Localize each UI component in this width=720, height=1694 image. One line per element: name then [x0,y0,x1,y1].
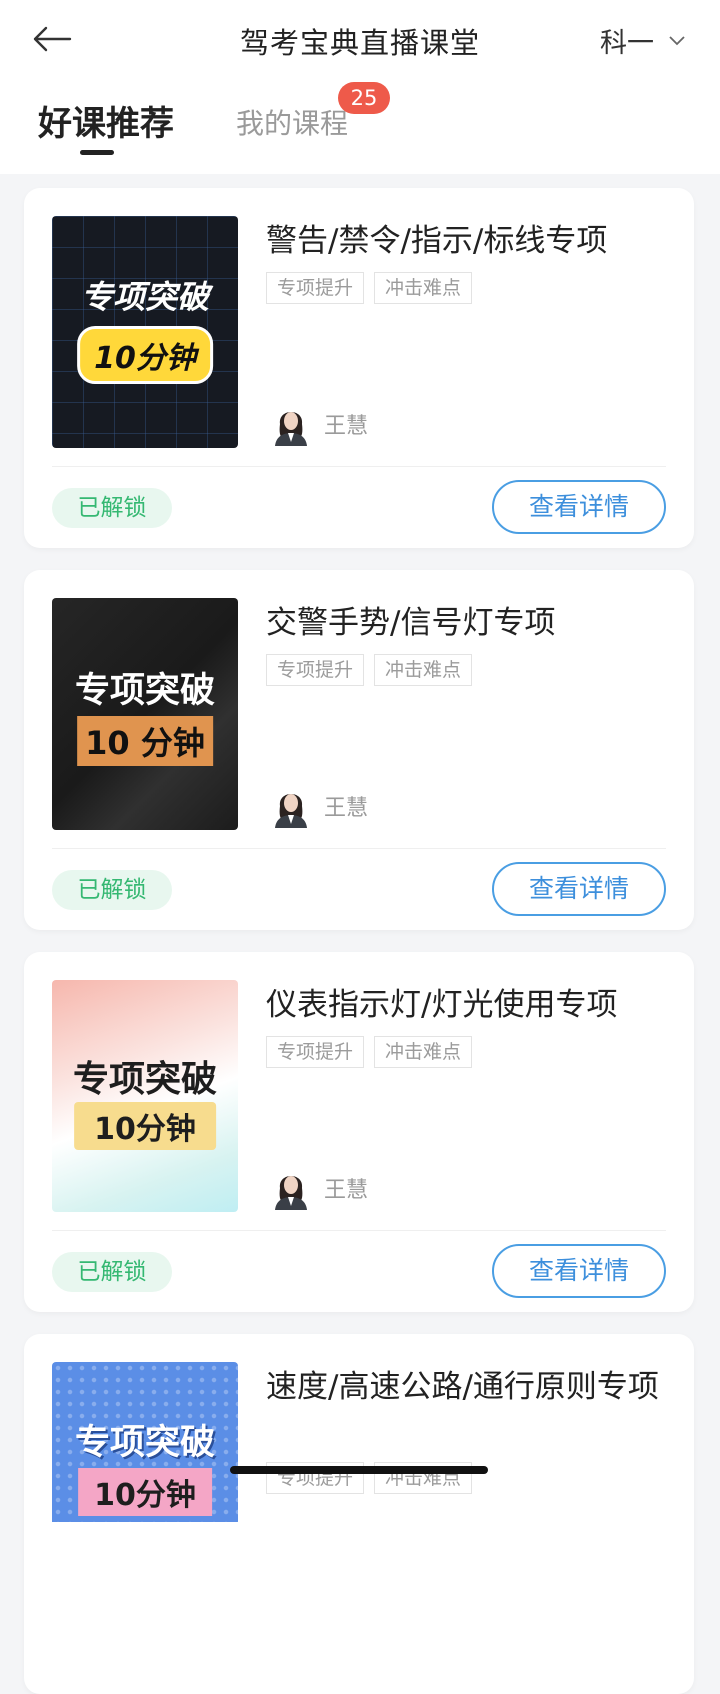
teacher-info: 王慧 [272,784,368,828]
course-tags: 专项提升 冲击难点 [266,1036,473,1068]
teacher-avatar [275,1176,307,1210]
thumbnail-duration: 10分钟 [74,1102,216,1150]
home-indicator[interactable] [230,1466,488,1474]
card-divider [52,848,666,849]
chevron-down-icon [669,36,685,46]
course-tag: 专项提升 [266,1036,365,1068]
thumbnail-headline: 专项突破 [74,671,215,711]
course-card[interactable]: 专项突破 10分钟 警告/禁令/指示/标线专项 专项提升 冲击难点 王慧 已解锁… [24,188,694,548]
course-title: 仪表指示灯/灯光使用专项 [266,987,618,1023]
tab-my-courses[interactable]: 我的课程 [236,102,348,142]
teacher-avatar [275,794,307,828]
active-tab-indicator [80,150,114,155]
thumbnail-duration: 10 分钟 [77,716,213,766]
thumbnail-headline: 专项突破 [74,1423,215,1463]
course-tag: 专项提升 [266,272,365,304]
card-divider [52,466,666,467]
unlocked-status-badge: 已解锁 [52,870,172,910]
view-details-button[interactable]: 查看详情 [492,480,666,534]
unlocked-status-badge: 已解锁 [52,1252,172,1292]
view-details-button[interactable]: 查看详情 [492,862,666,916]
thumbnail-duration: 10分钟 [78,1468,212,1516]
course-thumbnail[interactable]: 专项突破 10分钟 [52,980,238,1212]
teacher-info: 王慧 [272,1166,368,1210]
teacher-info: 王慧 [272,402,368,446]
course-card[interactable]: 专项突破 10分钟 仪表指示灯/灯光使用专项 专项提升 冲击难点 王慧 已解锁 … [24,952,694,1312]
course-card[interactable]: 专项突破 10分钟 速度/高速公路/通行原则专项 专项提升 冲击难点 [24,1334,694,1694]
course-title: 交警手势/信号灯专项 [266,605,556,641]
thumbnail-headline: 专项突破 [80,278,209,316]
thumbnail-headline: 专项突破 [72,1059,217,1100]
teacher-name: 王慧 [324,796,369,821]
teacher-name: 王慧 [324,414,369,439]
unlocked-status-badge: 已解锁 [52,488,172,528]
course-title: 警告/禁令/指示/标线专项 [266,223,608,259]
course-card[interactable]: 专项突破 10 分钟 交警手势/信号灯专项 专项提升 冲击难点 王慧 已解锁 查… [24,570,694,930]
course-thumbnail[interactable]: 专项突破 10分钟 [52,1362,238,1522]
thumbnail-duration: 10分钟 [77,326,213,384]
course-tag: 冲击难点 [374,1036,473,1068]
card-divider [52,1230,666,1231]
subject-dropdown[interactable]: 科一 [600,22,686,59]
course-tag: 冲击难点 [374,654,473,686]
course-thumbnail[interactable]: 专项突破 10分钟 [52,216,238,448]
course-tags: 专项提升 冲击难点 [266,654,473,686]
course-title: 速度/高速公路/通行原则专项 [266,1369,659,1405]
subject-label: 科一 [600,27,654,59]
top-bar: 驾考宝典直播课堂 科一 [0,0,720,79]
course-tag: 冲击难点 [374,272,473,304]
view-details-button[interactable]: 查看详情 [492,1244,666,1298]
my-courses-count-badge: 25 [338,82,390,114]
course-thumbnail[interactable]: 专项突破 10 分钟 [52,598,238,830]
teacher-name: 王慧 [324,1178,369,1203]
tab-recommended[interactable]: 好课推荐 [38,96,174,145]
course-tag: 专项提升 [266,654,365,686]
course-tags: 专项提升 冲击难点 [266,272,473,304]
teacher-avatar [275,412,307,446]
tab-bar: 好课推荐 我的课程 25 [0,78,720,174]
